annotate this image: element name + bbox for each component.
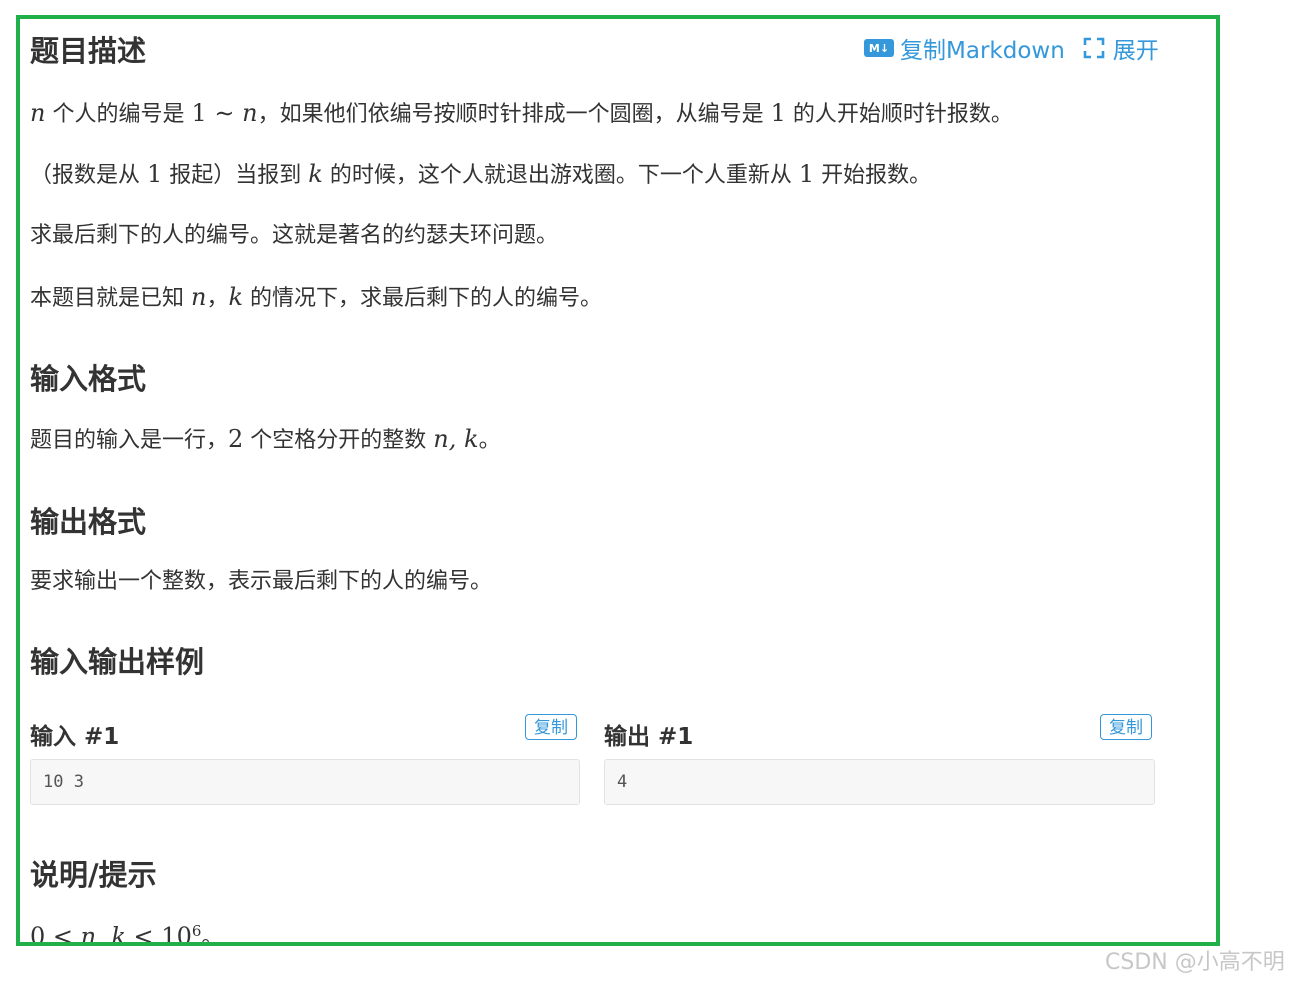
problem-panel: 题目描述 M↓ 复制Markdown 展开 n 个人的编号是 1 ∼ n，如果他… <box>16 15 1220 946</box>
text-span: （报数是从 <box>30 163 147 188</box>
math-number: 10 <box>161 922 192 946</box>
text-span: 本题目就是已知 <box>30 286 191 311</box>
description-paragraph-3: 求最后剩下的人的编号。这就是著名的约瑟夫环问题。 <box>30 223 559 248</box>
copy-sample-output-button[interactable]: 复制 <box>1100 714 1152 740</box>
math-exponent: 6 <box>191 922 202 940</box>
text-span: 报起）当报到 <box>162 163 309 188</box>
math-number: 1 <box>798 160 815 188</box>
math-var: k <box>228 283 244 311</box>
math-vars: n, k <box>433 425 479 453</box>
description-paragraph-1: n 个人的编号是 1 ∼ n，如果他们依编号按顺时针排成一个圆圈，从编号是 1 … <box>30 98 1013 130</box>
math-number: 1 <box>147 160 163 188</box>
text-span: 的时候，这个人就退出游戏圈。下一个人重新从 <box>322 163 799 188</box>
problem-toolbar: M↓ 复制Markdown 展开 <box>864 31 1159 65</box>
hint-heading: 说明/提示 <box>30 858 157 892</box>
input-format-text: 题目的输入是一行，2 个空格分开的整数 n, k。 <box>30 424 501 456</box>
hint-text: 0 < n, k < 106。 <box>30 916 224 946</box>
text-span: 个人的编号是 <box>45 102 192 127</box>
sample-output-box[interactable]: 4 <box>604 759 1155 805</box>
math-operator: < <box>125 922 162 946</box>
expand-icon <box>1083 37 1105 59</box>
text-span: 题目的输入是一行， <box>30 428 229 453</box>
text-span: 开始报数。 <box>814 163 932 188</box>
markdown-icon: M↓ <box>864 39 894 57</box>
math-number: 1 <box>770 99 786 127</box>
output-format-heading: 输出格式 <box>30 505 147 539</box>
copy-markdown-button[interactable]: M↓ 复制Markdown <box>864 31 1065 65</box>
output-format-text: 要求输出一个整数，表示最后剩下的人的编号。 <box>30 569 493 594</box>
csdn-watermark: CSDN @小高不明 <box>1105 950 1285 975</box>
copy-markdown-label: 复制Markdown <box>900 38 1065 64</box>
text-span: 。 <box>478 428 501 453</box>
math-number: 1 <box>191 99 207 127</box>
math-number: 2 <box>228 425 244 453</box>
math-vars: n, k <box>80 922 126 946</box>
text-span: ，如果他们依编号按顺时针排成一个圆圈，从编号是 <box>257 102 771 127</box>
text-span: 。 <box>201 925 224 946</box>
sample-input-label: 输入 #1 <box>30 724 120 750</box>
description-paragraph-2: （报数是从 1 报起）当报到 k 的时候，这个人就退出游戏圈。下一个人重新从 1… <box>30 159 931 191</box>
math-var: n <box>242 99 258 127</box>
sample-input-box[interactable]: 10 3 <box>30 759 580 805</box>
text-span: 的情况下，求最后剩下的人的编号。 <box>243 286 603 311</box>
description-heading: 题目描述 <box>30 34 147 68</box>
math-tilde: ∼ <box>206 99 243 127</box>
sample-output-label: 输出 #1 <box>604 724 694 750</box>
expand-button[interactable]: 展开 <box>1083 31 1159 65</box>
text-span: 的人开始顺时针报数。 <box>785 102 1013 127</box>
math-var: k <box>308 160 323 188</box>
description-paragraph-4: 本题目就是已知 n，k 的情况下，求最后剩下的人的编号。 <box>30 282 602 314</box>
copy-sample-input-button[interactable]: 复制 <box>525 714 577 740</box>
samples-heading: 输入输出样例 <box>30 645 205 679</box>
expand-label: 展开 <box>1112 38 1159 64</box>
math-operator: < <box>45 922 81 946</box>
math-number: 0 <box>30 922 46 946</box>
input-format-heading: 输入格式 <box>30 362 147 396</box>
text-span: 个空格分开的整数 <box>243 428 434 453</box>
math-var: n <box>191 283 207 311</box>
math-var: n <box>30 99 46 127</box>
text-span: ， <box>206 286 229 311</box>
